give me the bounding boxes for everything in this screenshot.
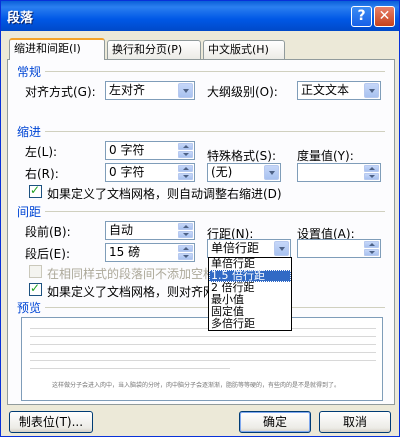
section-general: 常规: [17, 65, 42, 79]
close-button[interactable]: ✕: [374, 6, 395, 27]
tab-line-page-breaks[interactable]: 换行和分页(P): [107, 40, 201, 59]
spin-down-icon[interactable]: [178, 231, 193, 238]
close-icon: ✕: [378, 8, 391, 24]
line-spacing-value: 单倍行距: [211, 241, 260, 255]
divider: [45, 131, 385, 132]
spin-up-icon[interactable]: [178, 143, 193, 150]
title-bar[interactable]: 段落 ? ✕: [1, 1, 399, 31]
special-indent-select[interactable]: (无): [207, 163, 281, 182]
right-indent-label: 右(R):: [25, 167, 59, 181]
divider: [45, 211, 385, 212]
chevron-down-icon[interactable]: [264, 165, 279, 180]
indent-by-label: 度量值(Y):: [297, 149, 354, 163]
space-before-spinner[interactable]: 自动: [105, 221, 195, 240]
left-indent-label: 左(L):: [25, 145, 58, 159]
paragraph-dialog: 段落 ? ✕ 缩进和间距(I) 换行和分页(P) 中文版式(H) 常规 对齐方式…: [0, 0, 400, 437]
indent-by-spinner[interactable]: [297, 163, 381, 182]
help-icon: ?: [357, 8, 366, 24]
tab-asian-typography[interactable]: 中文版式(H): [203, 40, 285, 59]
line-option-multiple[interactable]: 多倍行距: [209, 318, 291, 330]
spin-up-icon[interactable]: [364, 165, 379, 172]
section-indent: 缩进: [17, 125, 42, 139]
tabs-button[interactable]: 制表位(T)...: [9, 411, 93, 433]
preview-sample-text: 这样做分子会进入肉中，当入脑袋的分时，肉中脑分子会逐渐渐，脂肪等等硬的，有些肉的…: [52, 382, 341, 389]
left-indent-value: 0 字符: [109, 143, 145, 157]
outline-level-value: 正文文本: [301, 83, 350, 97]
spin-up-icon[interactable]: [178, 223, 193, 230]
line-spacing-at-spinner[interactable]: [297, 239, 381, 258]
divider: [45, 71, 385, 72]
no-space-same-style-label[interactable]: 在相同样式的段落间不添加空格: [47, 265, 215, 282]
alignment-label: 对齐方式(G):: [25, 85, 96, 99]
line-spacing-select[interactable]: 单倍行距: [207, 239, 291, 258]
help-button[interactable]: ?: [351, 6, 372, 27]
right-indent-spinner[interactable]: 0 字符: [105, 163, 195, 182]
spin-up-icon[interactable]: [178, 165, 193, 172]
spin-down-icon[interactable]: [178, 173, 193, 180]
space-after-value: 15 磅: [109, 245, 141, 259]
snap-to-grid-checkbox[interactable]: [29, 281, 42, 296]
spin-down-icon[interactable]: [364, 249, 379, 256]
dialog-title: 段落: [7, 11, 34, 26]
outline-level-select[interactable]: 正文文本: [297, 81, 381, 100]
chevron-down-icon[interactable]: [364, 83, 379, 98]
line-spacing-dropdown: 单倍行距 1.5 倍行距 2 倍行距 最小值 固定值 多倍行距: [208, 257, 292, 331]
chevron-down-icon[interactable]: [274, 241, 289, 256]
chevron-down-icon[interactable]: [178, 83, 193, 98]
spin-down-icon[interactable]: [178, 151, 193, 158]
auto-adjust-right-indent-checkbox[interactable]: [29, 183, 42, 198]
paragraph-preview: 这样做分子会进入肉中，当入脑袋的分时，肉中脑分子会逐渐渐，脂肪等等硬的，有些肉的…: [21, 317, 383, 401]
outline-level-label: 大纲级别(O):: [207, 85, 278, 99]
space-before-value: 自动: [109, 223, 134, 237]
special-indent-label: 特殊格式(S):: [207, 149, 277, 163]
alignment-value: 左对齐: [109, 83, 146, 97]
spin-up-icon[interactable]: [178, 245, 193, 252]
section-preview: 预览: [17, 301, 42, 315]
auto-adjust-right-indent-label[interactable]: 如果定义了文档网格，则自动调整右缩进(D): [47, 185, 282, 202]
spin-down-icon[interactable]: [364, 173, 379, 180]
spin-up-icon[interactable]: [364, 241, 379, 248]
left-indent-spinner[interactable]: 0 字符: [105, 141, 195, 160]
ok-button[interactable]: 确定: [239, 411, 311, 433]
tab-indent-spacing[interactable]: 缩进和间距(I): [9, 38, 105, 60]
section-spacing: 间距: [17, 205, 42, 219]
cancel-button[interactable]: 取消: [319, 411, 391, 433]
no-space-same-style-checkbox[interactable]: [29, 265, 42, 278]
snap-to-grid-label[interactable]: 如果定义了文档网格，则对齐网格: [47, 283, 227, 300]
space-after-spinner[interactable]: 15 磅: [105, 243, 195, 262]
special-indent-value: (无): [211, 165, 233, 179]
right-indent-value: 0 字符: [109, 165, 145, 179]
space-before-label: 段前(B):: [25, 225, 71, 239]
spin-down-icon[interactable]: [178, 253, 193, 260]
space-after-label: 段后(E):: [25, 247, 70, 261]
alignment-select[interactable]: 左对齐: [105, 81, 195, 100]
